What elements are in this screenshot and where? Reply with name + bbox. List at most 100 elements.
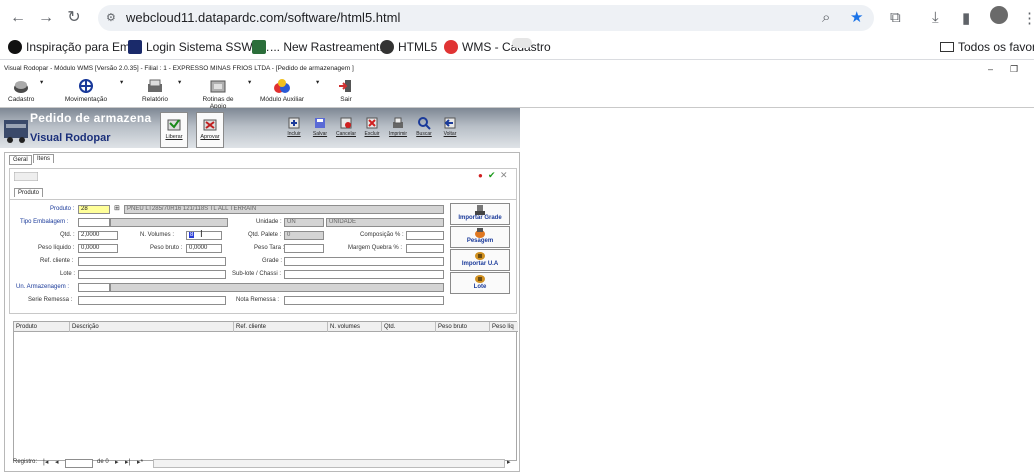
sidepanel-icon[interactable]: ▮ — [962, 9, 970, 27]
bookmark-2[interactable]: Login Sistema SSW :... — [128, 40, 269, 54]
modulo-dropdown-icon[interactable]: ▾ — [316, 78, 319, 86]
bookmark-3[interactable]: ... New Rastreament... — [252, 40, 389, 54]
bookmarks-bar: Inspiração para Em... Login Sistema SSW … — [0, 36, 1034, 60]
divider — [10, 199, 516, 200]
grade-input[interactable] — [284, 257, 444, 266]
tab-geral[interactable]: Geral — [9, 155, 32, 165]
cancelar-button[interactable]: Cancelar — [334, 116, 358, 142]
sublote-input[interactable] — [284, 270, 444, 279]
cadastro-dropdown-icon[interactable]: ▾ — [40, 78, 43, 86]
peso-bruto-input[interactable]: 0,0000 — [186, 244, 222, 253]
tab-itens[interactable]: Itens — [33, 154, 55, 163]
composicao-input[interactable] — [406, 231, 444, 240]
toolbar-rotinas[interactable]: Rotinas de Apoio — [194, 78, 242, 110]
col-n-volumes[interactable]: N. volumes — [328, 322, 382, 332]
salvar-button[interactable]: Salvar — [308, 116, 332, 142]
qtd-input[interactable]: 2,0000 — [78, 231, 118, 240]
reload-icon[interactable]: ↻ — [64, 8, 84, 28]
col-ref-cliente[interactable]: Ref. cliente — [234, 322, 328, 332]
relatorio-dropdown-icon[interactable]: ▾ — [178, 78, 181, 86]
produto-code-input[interactable]: 28 — [78, 205, 110, 214]
peso-liquido-input[interactable]: 0,0000 — [78, 244, 118, 253]
new-record-icon[interactable]: ▸* — [137, 458, 143, 466]
peso-tara-input[interactable] — [284, 244, 324, 253]
site-info-icon[interactable]: ⚙ — [106, 11, 116, 24]
n-volumes-input[interactable]: 8 — [186, 231, 222, 240]
incluir-button[interactable]: Incluir — [282, 116, 306, 142]
imprimir-button[interactable]: Imprimir — [386, 116, 410, 142]
imprimir-icon — [393, 117, 403, 128]
address-bar[interactable]: ⚙ webcloud11.datapardc.com/software/html… — [98, 5, 874, 31]
horizontal-scrollbar[interactable] — [153, 459, 505, 468]
bookmark-star-icon[interactable]: ★ — [850, 8, 863, 26]
col-descricao[interactable]: Descrição — [70, 322, 234, 332]
next-record-icon[interactable]: ▸ — [115, 458, 119, 466]
profile-avatar[interactable] — [990, 6, 1008, 28]
prev-record-icon[interactable]: ◂ — [55, 458, 59, 466]
serie-remessa-input[interactable] — [78, 296, 226, 305]
download-icon[interactable]: ⤓ — [932, 9, 939, 26]
qtd-label: Qtd. : — [60, 232, 75, 238]
margem-quebra-input[interactable] — [406, 244, 444, 253]
importar-grade-button[interactable]: Importar Grade — [450, 203, 510, 225]
movimentacao-dropdown-icon[interactable]: ▾ — [120, 78, 123, 86]
record-number-input[interactable] — [65, 459, 93, 468]
confirm-icon[interactable]: ✔ — [488, 170, 496, 181]
liberar-button[interactable]: Liberar — [160, 112, 188, 148]
cancel-edit-icon[interactable]: ✕ — [500, 170, 508, 181]
sublote-label: Sub-lote / Chassi : — [232, 271, 282, 277]
importar-ua-button[interactable]: Importar U.A — [450, 249, 510, 271]
minimize-icon[interactable]: – — [988, 62, 993, 76]
voltar-icon — [444, 117, 456, 129]
rotinas-dropdown-icon[interactable]: ▾ — [248, 78, 251, 86]
nota-remessa-input[interactable] — [284, 296, 444, 305]
voltar-button[interactable]: Voltar — [438, 116, 462, 142]
buscar-button[interactable]: Buscar — [412, 116, 436, 142]
unidade-label: Unidade : — [256, 219, 282, 225]
excluir-button[interactable]: Excluir — [360, 116, 384, 142]
qtd-palete-label: Qtd. Palete : — [248, 232, 282, 238]
ref-cliente-input[interactable] — [78, 257, 226, 266]
toolbar-sair[interactable]: Sair — [336, 78, 356, 103]
movimentacao-icon — [79, 79, 93, 93]
produto-label: Produto : — [50, 206, 75, 212]
tipo-embalagem-input[interactable] — [78, 218, 110, 227]
restore-icon[interactable]: ❐ — [1010, 62, 1018, 76]
lote-input[interactable] — [78, 270, 226, 279]
bookmark-1[interactable]: Inspiração para Em... — [8, 40, 140, 54]
toolbar-relatorio[interactable]: Relatório — [140, 78, 170, 103]
all-favorites[interactable]: Todos os favorito — [940, 40, 1034, 54]
nav-arrows-icon[interactable] — [14, 172, 38, 181]
un-armazenagem-input[interactable] — [78, 283, 110, 292]
col-qtd[interactable]: Qtd. — [382, 322, 436, 332]
menu-icon[interactable]: ⋮ — [1022, 9, 1034, 27]
aprovar-button[interactable]: Aprovar — [196, 112, 224, 148]
lookup-icon[interactable]: ⊞ — [114, 204, 120, 212]
extensions-icon[interactable]: ⧉ — [890, 9, 901, 26]
peso-tara-label: Peso Tara : — [254, 245, 285, 251]
scroll-right-icon[interactable]: ▸ — [507, 458, 511, 466]
forward-icon[interactable]: → — [36, 8, 56, 28]
bookmark-overflow[interactable] — [512, 38, 532, 48]
bookmark-5[interactable]: WMS - Cadastro — [444, 40, 551, 54]
last-record-icon[interactable]: ▸| — [125, 458, 130, 466]
margem-quebra-label: Margem Quebra % : — [348, 245, 403, 251]
toolbar-modulo-auxiliar[interactable]: Módulo Auxiliar — [258, 78, 306, 103]
bookmark-4[interactable]: HTML5 — [380, 40, 437, 54]
lote-button[interactable]: Lote — [450, 272, 510, 294]
tab-produto[interactable]: Produto — [14, 188, 44, 197]
pesagem-button[interactable]: Pesagem — [450, 226, 510, 248]
first-record-icon[interactable]: |◂ — [43, 458, 48, 466]
produto-description: PNEU LT285/70R16 121/118S TL ALL TERRAIN — [124, 205, 444, 214]
record-status-icon: ● — [478, 171, 483, 180]
col-peso-bruto[interactable]: Peso bruto — [436, 322, 490, 332]
col-peso-liquido[interactable]: Peso líq — [490, 322, 518, 332]
back-icon[interactable]: ← — [8, 8, 28, 28]
un-armazenagem-label: Un. Armazenagem : — [16, 284, 70, 290]
qtd-palete-input: 0 — [284, 231, 324, 240]
toolbar-movimentacao[interactable]: Movimentação — [64, 78, 108, 103]
zoom-icon[interactable]: ⌕ — [822, 9, 830, 26]
toolbar-cadastro[interactable]: Cadastro — [8, 78, 34, 103]
peso-bruto-label: Peso bruto : — [150, 245, 183, 251]
col-produto[interactable]: Produto — [14, 322, 70, 332]
